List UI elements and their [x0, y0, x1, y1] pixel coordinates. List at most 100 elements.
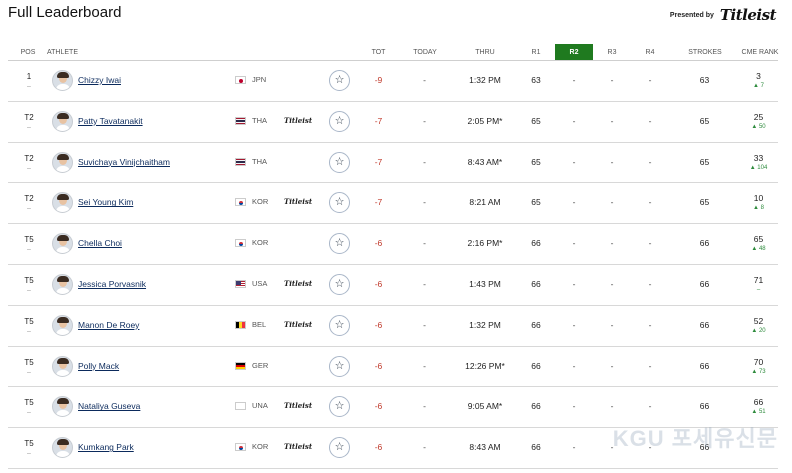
- position: T5: [24, 275, 34, 285]
- favorite-star-icon[interactable]: ☆: [329, 233, 350, 255]
- thru-time: 1:32 PM: [469, 319, 501, 330]
- table-row[interactable]: T2– Patty Tavatanakit THA Titleist ☆ -7 - 2:05 …: [8, 102, 778, 143]
- cme-rank-movement: –: [746, 287, 771, 293]
- japan-flag-icon: [235, 76, 246, 84]
- table-row[interactable]: T5– Chella Choi KOR ☆ -6 - 2:16 PM* 66 - - - 66 65 ▲ …: [8, 224, 778, 265]
- player-name-link[interactable]: Polly Mack: [78, 361, 119, 371]
- player-avatar[interactable]: [52, 273, 73, 295]
- col-thru[interactable]: THRU: [465, 44, 505, 61]
- player-name-link[interactable]: Sei Young Kim: [78, 197, 133, 207]
- player-avatar[interactable]: [52, 110, 73, 132]
- col-cme-rank[interactable]: CME RANK: [738, 44, 782, 61]
- country-code: THA: [252, 156, 267, 166]
- favorite-star-icon[interactable]: ☆: [329, 355, 350, 377]
- favorite-star-icon[interactable]: ☆: [329, 437, 350, 459]
- strokes: 65: [699, 156, 710, 167]
- position: T2: [24, 153, 34, 163]
- cme-rank: 52: [753, 315, 764, 326]
- score-total: -6: [374, 238, 383, 249]
- strokes: 65: [699, 115, 710, 126]
- cme-rank: 33: [753, 152, 764, 163]
- favorite-star-icon[interactable]: ☆: [329, 110, 350, 132]
- cme-movement-text: ▲ 104: [749, 164, 768, 171]
- col-r2[interactable]: R2: [555, 44, 593, 61]
- col-today[interactable]: TODAY: [410, 44, 440, 61]
- cme-rank-movement: ▲ 7: [746, 83, 771, 89]
- table-row[interactable]: T5– Polly Mack GER ☆ -6 - 12:26 PM* 66 - - - 66 70 ▲ …: [8, 347, 778, 388]
- table-row[interactable]: T5– Manon De Roey BEL Titleist ☆ -6 - 1:32 PM 66…: [8, 306, 778, 347]
- round-2-score: -: [572, 278, 576, 289]
- korea-flag-icon: [235, 239, 246, 248]
- cme-rank: 65: [753, 234, 764, 245]
- round-3-score: -: [610, 75, 614, 85]
- round-1-score: 65: [531, 197, 541, 208]
- cme-rank: 10: [753, 193, 764, 204]
- col-tot[interactable]: TOT: [366, 44, 391, 61]
- table-row[interactable]: T2– Suvichaya Vinijchaitham THA ☆ -7 - 8:43 AM…: [8, 143, 778, 184]
- favorite-star-icon[interactable]: ☆: [329, 70, 350, 91]
- col-r4[interactable]: R4: [640, 44, 660, 61]
- round-4-score: -: [648, 238, 652, 249]
- titleist-logo[interactable]: Titleist: [720, 6, 777, 24]
- col-r1[interactable]: R1: [526, 44, 546, 61]
- table-row[interactable]: 1 – Chizzy Iwai JPN ☆ -9 - 1:32 PM 63 - - - 63 3 ▲ 7: [8, 61, 778, 102]
- sponsor-block: Presented by Titleist: [670, 6, 777, 24]
- player-name-link[interactable]: Suvichaya Vinijchaitham: [78, 157, 170, 167]
- player-name-link[interactable]: Manon De Roey: [78, 320, 139, 330]
- player-avatar[interactable]: [52, 355, 73, 377]
- player-avatar[interactable]: [52, 233, 73, 255]
- country-code: USA: [252, 278, 268, 288]
- position-movement: –: [27, 83, 31, 90]
- cme-rank-movement: ▲ 48: [746, 246, 771, 252]
- round-2-score: -: [572, 442, 576, 453]
- player-name-link[interactable]: Kumkang Park: [78, 442, 134, 452]
- round-3-score: -: [610, 197, 614, 208]
- country-code: THA: [252, 115, 267, 125]
- cme-rank: 70: [753, 356, 764, 367]
- round-4-score: -: [648, 75, 652, 85]
- score-total: -9: [374, 75, 383, 85]
- favorite-star-icon[interactable]: ☆: [329, 273, 350, 295]
- cme-movement-text: –: [756, 286, 761, 293]
- round-1-score: 66: [531, 401, 541, 412]
- player-avatar[interactable]: [52, 151, 73, 173]
- col-athlete[interactable]: ATHLETE: [47, 44, 78, 61]
- player-avatar[interactable]: [52, 70, 73, 91]
- player-avatar[interactable]: [52, 314, 73, 336]
- thru-time: 2:05 PM*: [467, 115, 503, 126]
- player-name-link[interactable]: Patty Tavatanakit: [78, 116, 143, 126]
- favorite-star-icon[interactable]: ☆: [329, 396, 350, 418]
- thailand-flag-icon: [235, 157, 246, 166]
- position-movement: –: [27, 205, 31, 213]
- player-avatar[interactable]: [52, 192, 73, 214]
- titleist-badge: Titleist: [284, 115, 313, 125]
- favorite-star-icon[interactable]: ☆: [329, 314, 350, 336]
- player-name-link[interactable]: Nataliya Guseva: [78, 401, 140, 411]
- table-row[interactable]: T5– Jessica Porvasnik USA Titleist ☆ -6-1:43 …: [8, 265, 778, 306]
- col-pos[interactable]: POS: [18, 44, 38, 61]
- strokes: 63: [699, 75, 710, 85]
- col-strokes[interactable]: STROKES: [685, 44, 725, 61]
- player-name-link[interactable]: Jessica Porvasnik: [78, 279, 146, 289]
- column-header-row: POS ATHLETE TOT TODAY THRU R1 R2 R3 R4 S…: [0, 44, 792, 61]
- table-row[interactable]: T2– Sei Young Kim KOR Titleist ☆ -7 - 8:21 AM 65…: [8, 183, 778, 225]
- thru-time: 12:26 PM*: [465, 360, 505, 371]
- round-3-score: -: [610, 401, 614, 412]
- favorite-star-icon[interactable]: ☆: [329, 192, 350, 214]
- thru-time: 8:43 AM: [469, 442, 501, 453]
- round-2-score: -: [572, 197, 576, 208]
- round-2-score: -: [572, 238, 576, 249]
- cme-rank-movement: ▲ 8: [746, 205, 771, 211]
- cme-movement-text: ▲ 50: [751, 123, 766, 130]
- player-avatar[interactable]: [52, 396, 73, 418]
- titleist-badge: Titleist: [284, 197, 313, 207]
- round-2-score: -: [572, 115, 576, 126]
- round-3-score: -: [610, 278, 614, 289]
- favorite-star-icon[interactable]: ☆: [329, 151, 350, 173]
- player-name-link[interactable]: Chella Choi: [78, 238, 122, 248]
- col-r3[interactable]: R3: [602, 44, 622, 61]
- player-name-link[interactable]: Chizzy Iwai: [78, 75, 121, 85]
- player-avatar[interactable]: [52, 437, 73, 459]
- country-code: BEL: [252, 319, 267, 329]
- round-4-score: -: [648, 115, 652, 126]
